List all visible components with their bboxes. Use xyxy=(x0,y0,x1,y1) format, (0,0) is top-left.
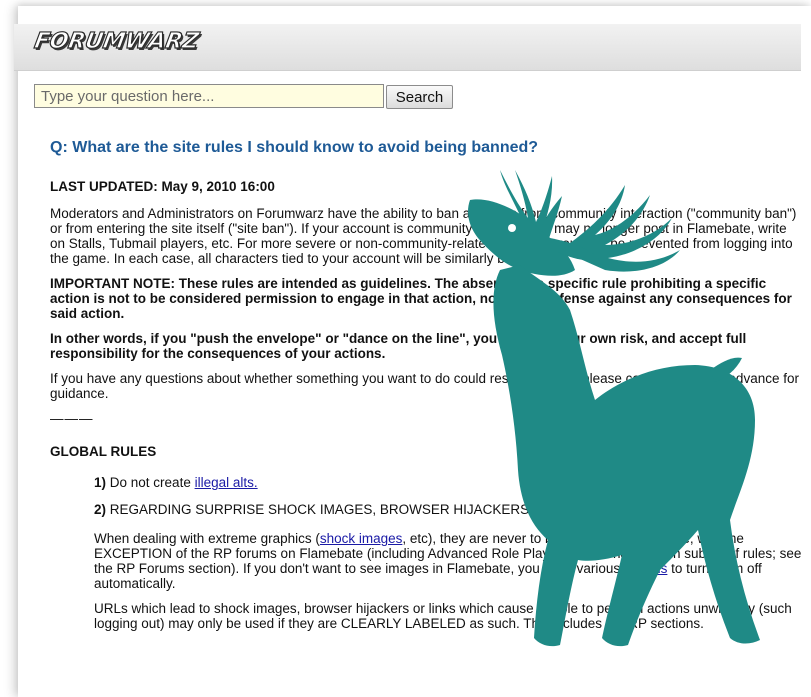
rule-1-number: 1) xyxy=(94,475,107,490)
logo-text: FORUMWARZ xyxy=(32,28,201,54)
rule-1-text: Do not create xyxy=(109,475,191,490)
illegal-alts-link[interactable]: illegal alts. xyxy=(195,475,258,490)
search-button[interactable]: Search xyxy=(386,85,453,109)
rule-2-para-start: When dealing with extreme graphics ( xyxy=(94,531,320,546)
forumwarz-logo[interactable]: FORUMWARZ xyxy=(30,25,227,65)
rule-2-number: 2) xyxy=(94,502,107,517)
deer-silhouette xyxy=(467,170,760,647)
search-input[interactable] xyxy=(34,84,384,108)
shock-images-link[interactable]: shock images xyxy=(320,531,403,546)
